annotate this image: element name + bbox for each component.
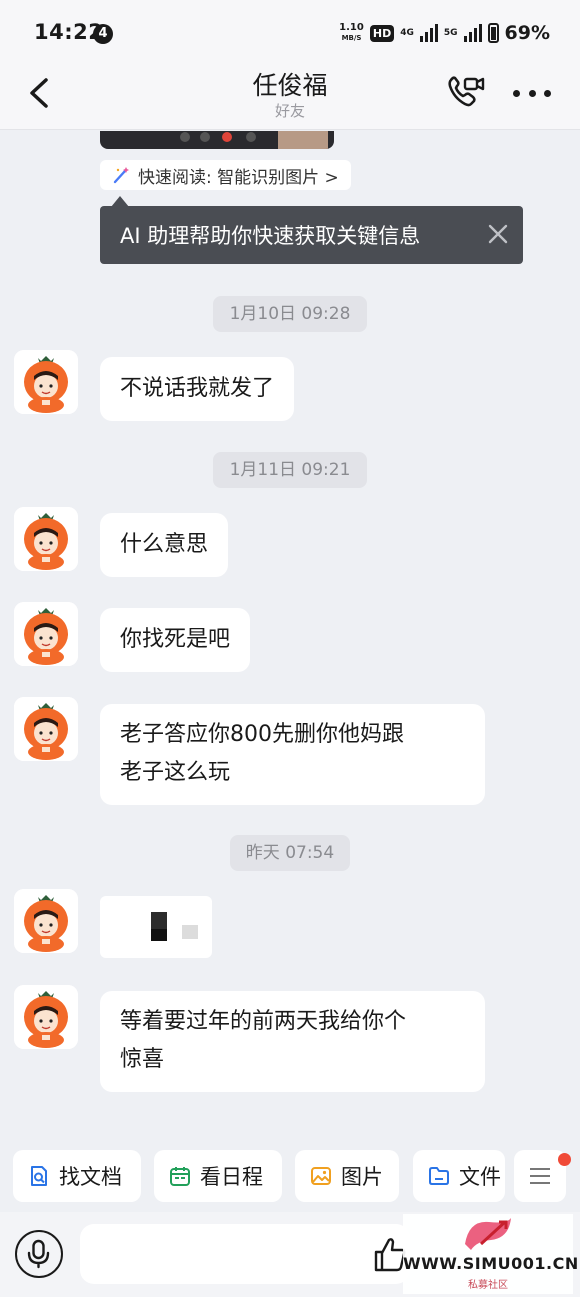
voice-input-button[interactable]: [15, 1230, 63, 1278]
watermark-subtitle: 私募社区: [468, 1280, 508, 1291]
network-5g-label: 5G: [443, 28, 458, 38]
contact-avatar[interactable]: [14, 889, 78, 953]
contact-avatar[interactable]: [14, 985, 78, 1049]
new-feature-dot: [558, 1153, 571, 1166]
video-call-icon: [448, 76, 485, 107]
quick-read-label: 快速阅读: 智能识别图片 >: [138, 167, 339, 188]
find-docs-button[interactable]: 找文档: [13, 1150, 141, 1202]
battery-percent: 69%: [504, 22, 550, 44]
contact-name: 任俊福: [252, 71, 328, 100]
hd-icon: HD: [369, 24, 395, 42]
quick-read-button[interactable]: 快速阅读: 智能识别图片 >: [100, 160, 351, 190]
message-input[interactable]: [80, 1224, 410, 1284]
watermark-url: WWW.SIMU001.CN: [403, 1254, 579, 1273]
image-icon: [311, 1167, 331, 1185]
contact-avatar[interactable]: [14, 602, 78, 666]
contact-avatar[interactable]: [14, 350, 78, 414]
contact-avatar[interactable]: [14, 697, 78, 761]
shortcut-bar: 找文档 看日程 图片 文件: [0, 1150, 580, 1206]
magic-wand-icon: [113, 167, 129, 184]
timestamp: 1月10日 09:28: [213, 296, 367, 332]
folder-icon: [429, 1167, 449, 1185]
ai-assistant-tooltip: AI 助理帮助你快速获取关键信息: [100, 206, 523, 264]
watermark-logo: [465, 1218, 511, 1250]
signal-strength-icon: [419, 24, 438, 42]
image-button[interactable]: 图片: [295, 1150, 399, 1202]
timestamp: 1月11日 09:21: [213, 452, 367, 488]
message-bubble[interactable]: 不说话我就发了: [100, 357, 295, 421]
menu-icon: [530, 1168, 550, 1170]
video-call-button[interactable]: [443, 70, 487, 114]
tooltip-text: AI 助理帮助你快速获取关键信息: [120, 224, 421, 248]
watermark: WWW.SIMU001.CN 私募社区: [403, 1214, 579, 1294]
contact-avatar[interactable]: [14, 507, 78, 571]
video-thumbnail-face: [278, 131, 328, 149]
message-bubble[interactable]: 等着要过年的前两天我给你个 惊喜: [100, 991, 485, 1092]
video-message-preview[interactable]: [100, 131, 334, 149]
message-bubble[interactable]: 老子答应你800先删你他妈跟 老子这么玩: [100, 704, 485, 805]
contact-relation: 好友: [274, 102, 305, 120]
battery-icon: [487, 23, 499, 43]
microphone-icon: [27, 1239, 50, 1269]
more-icon: [513, 89, 520, 97]
image-message[interactable]: [100, 896, 212, 958]
network-4g-label: 4G: [400, 28, 414, 38]
status-indicators: 1.10 MB/S HD 4G 5G 69%: [339, 20, 550, 46]
message-bubble[interactable]: 什么意思: [100, 513, 229, 577]
status-bar: 14:22 4 1.10 MB/S HD 4G 5G 69%: [0, 0, 580, 62]
message-bubble[interactable]: 你找死是吧: [100, 608, 251, 672]
file-button[interactable]: 文件: [413, 1150, 505, 1202]
notification-count-badge: 4: [93, 24, 113, 44]
document-search-icon: [31, 1166, 47, 1186]
view-schedule-button[interactable]: 看日程: [154, 1150, 282, 1202]
more-options-button[interactable]: [510, 78, 554, 108]
chat-header: 任俊福 好友: [0, 62, 580, 130]
close-icon[interactable]: [485, 221, 511, 247]
signal-strength-icon-2: [463, 24, 482, 42]
calendar-icon: [170, 1167, 190, 1186]
timestamp: 昨天 07:54: [230, 835, 350, 871]
network-speed: 1.10 MB/S: [339, 22, 364, 43]
